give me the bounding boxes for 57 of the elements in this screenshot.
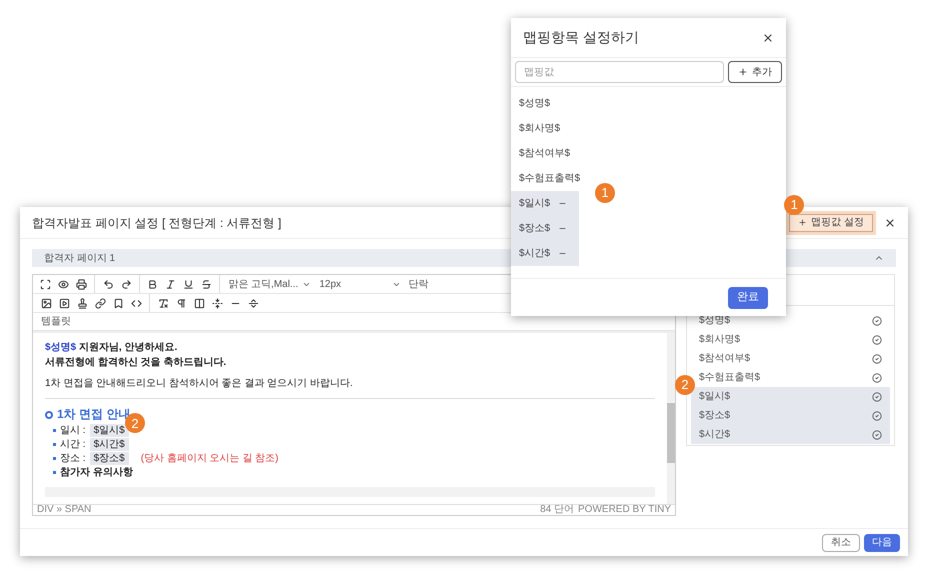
mapping-item[interactable]: $회사명$ (511, 116, 568, 141)
field-label: 일시 : (60, 424, 86, 437)
check-circle-icon (872, 410, 882, 420)
bullet-icon (53, 443, 56, 446)
congrats-text: 서류전형에 합격하신 것을 축하드립니다. (45, 356, 228, 369)
field-label: 장소 : (60, 452, 86, 465)
item-title: 참가자 유의사항 (60, 466, 133, 479)
element-path: DIV » SPAN (37, 505, 92, 515)
check-circle-icon (872, 316, 882, 326)
mapping-item[interactable]: $시간$ (511, 241, 579, 266)
template-label: 템플릿 (41, 315, 71, 329)
check-circle-icon (872, 430, 882, 440)
step-badge: 2 (675, 375, 695, 395)
mapping-row[interactable]: $장소$ (691, 406, 890, 425)
mapping-button[interactable]: 맵핑값 설정 (789, 214, 873, 232)
variable-tag: $장소$ (90, 452, 129, 465)
step-badge: 1 (595, 183, 615, 203)
mapping-item[interactable]: $장소$ (511, 216, 579, 241)
next-button[interactable]: 다음 (864, 534, 900, 552)
variable-tag: $시간$ (90, 438, 129, 451)
plus-icon (738, 67, 748, 77)
check-circle-icon (872, 372, 882, 382)
mapping-row[interactable]: $일시$ (691, 387, 890, 406)
close-icon[interactable] (884, 216, 896, 228)
scrollbar[interactable] (667, 333, 675, 504)
mapping-row[interactable]: $성명$ (691, 311, 890, 330)
mapping-input[interactable]: 맵핑값 (515, 61, 724, 83)
size-select[interactable]: 12px (315, 275, 405, 293)
done-button[interactable]: 완료 (728, 286, 768, 308)
note-text: (당사 홈페이지 오시는 길 참조) (140, 452, 278, 465)
bullet-icon (53, 471, 56, 474)
add-button[interactable]: 추가 (728, 61, 782, 83)
variable-tag: $일시$ (90, 424, 129, 437)
mapping-item[interactable]: $일시$ (511, 191, 579, 216)
mapping-row[interactable]: $참석여부$ (691, 349, 890, 368)
word-count: 84 단어 (540, 505, 574, 515)
close-icon[interactable] (762, 32, 774, 44)
cancel-button[interactable]: 취소 (822, 534, 860, 552)
check-circle-icon (872, 392, 882, 402)
plus-icon (798, 218, 808, 227)
step-badge: 1 (784, 194, 804, 214)
powered-by-text: POWERED BY TINY (578, 505, 671, 515)
mapping-row[interactable]: $회사명$ (691, 330, 890, 349)
mapping-row[interactable]: $시간$ (691, 425, 890, 444)
dialog-title: 맵핑항목 설정하기 (523, 28, 639, 47)
bullet-icon (53, 457, 56, 460)
field-label: 시간 : (60, 438, 86, 451)
check-circle-icon (872, 354, 882, 364)
font-select[interactable]: 맑은 고딕,Mal... (224, 275, 316, 293)
mapping-item[interactable]: $성명$ (511, 91, 558, 116)
bullet-icon (53, 429, 56, 432)
notice-text: 1차 면접을 안내해드리오니 참석하시어 좋은 결과 얻으시기 바랍니다. (45, 377, 354, 390)
mapping-item[interactable]: $참석여부$ (511, 141, 578, 166)
check-circle-icon (872, 334, 882, 344)
mapping-item[interactable]: $수험표출력$ (511, 166, 588, 191)
window-title: 합격자발표 페이지 설정 [ 전형단계 : 서류전형 ] (32, 214, 282, 232)
greeting-text: $성명$ 지원자님, 안녕하세요. (45, 341, 178, 354)
